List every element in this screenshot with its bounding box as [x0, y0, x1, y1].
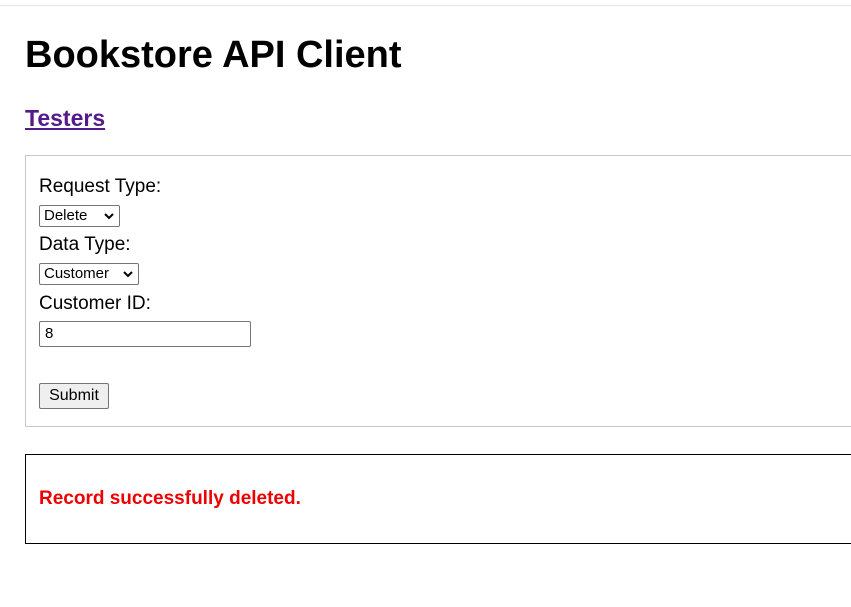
request-type-value: Delete — [44, 207, 88, 224]
data-type-select[interactable]: Customer — [39, 263, 139, 285]
chevron-down-icon — [104, 213, 114, 220]
request-type-select[interactable]: Delete — [39, 205, 120, 227]
chevron-down-icon — [123, 271, 133, 278]
submit-button[interactable]: Submit — [39, 383, 109, 409]
data-type-value: Customer — [44, 265, 110, 282]
result-panel: Record successfully deleted. — [25, 454, 851, 544]
result-message: Record successfully deleted. — [39, 488, 301, 509]
data-type-label: Data Type: — [39, 234, 131, 255]
testers-link[interactable]: Testers — [25, 104, 105, 132]
top-divider — [0, 5, 851, 6]
request-type-label: Request Type: — [39, 176, 162, 197]
customer-id-label: Customer ID: — [39, 293, 151, 314]
page-title: Bookstore API Client — [25, 34, 402, 76]
customer-id-input[interactable]: 8 — [39, 321, 251, 347]
request-form: Request Type: Delete Data Type: Customer… — [25, 155, 851, 427]
